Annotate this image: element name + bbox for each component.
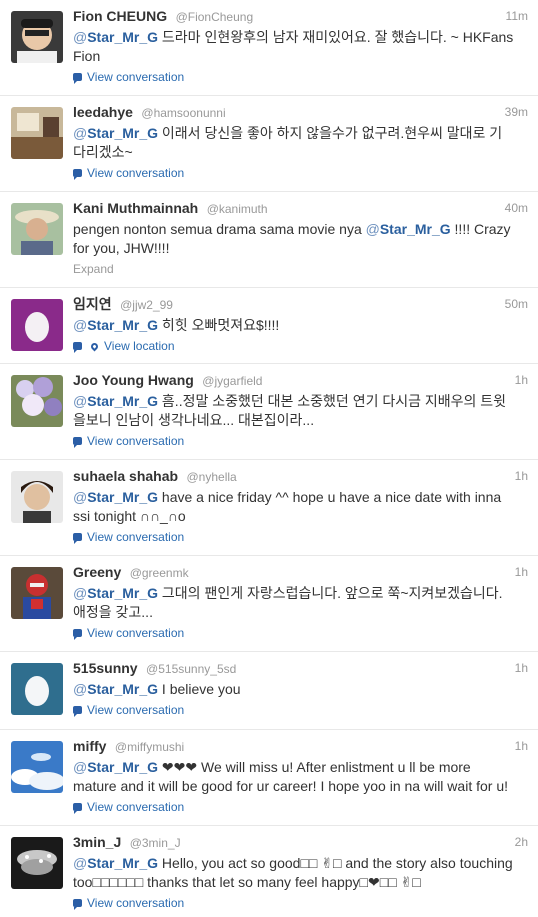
tweet-username[interactable]: @FionCheung bbox=[176, 10, 254, 24]
tweet-time[interactable]: 1h bbox=[515, 739, 528, 753]
tweet-time[interactable]: 11m bbox=[506, 9, 528, 23]
tweet-time[interactable]: 39m bbox=[505, 105, 528, 119]
tweet-username[interactable]: @jjw2_99 bbox=[120, 298, 173, 312]
tweet-text: @Star_Mr_G 흠..정말 소중했던 대본 소중했던 연기 다시금 지배우… bbox=[73, 393, 507, 428]
mention-link[interactable]: @Star_Mr_G bbox=[73, 681, 158, 697]
tweet-fullname[interactable]: miffy bbox=[73, 738, 106, 754]
child-photo-avatar[interactable] bbox=[11, 11, 63, 63]
mention-link[interactable]: @Star_Mr_G bbox=[73, 585, 158, 601]
view-conversation-link[interactable]: View conversation bbox=[73, 702, 528, 718]
tweet[interactable]: leedahye @hamsoonunni 39m @Star_Mr_G 이래서… bbox=[0, 96, 538, 192]
view-conversation-link[interactable]: View conversation bbox=[73, 433, 528, 449]
tweet-fullname[interactable]: 임지연 bbox=[73, 296, 112, 312]
tweet-username[interactable]: @miffymushi bbox=[115, 740, 184, 754]
conversation-icon bbox=[73, 629, 82, 640]
tweet-username[interactable]: @hamsoonunni bbox=[141, 106, 225, 120]
tweet-time[interactable]: 1h bbox=[515, 661, 528, 675]
tweet-username[interactable]: @515sunny_5sd bbox=[146, 662, 236, 676]
portrait-photo-avatar[interactable] bbox=[11, 471, 63, 523]
tweet-text: @Star_Mr_G Hello, you act so good□□ ✌□ a… bbox=[73, 855, 513, 890]
tweet-fullname[interactable]: leedahye bbox=[73, 104, 133, 120]
view-conversation-link[interactable]: View conversation bbox=[73, 165, 528, 181]
mention-link[interactable]: @Star_Mr_G bbox=[73, 393, 158, 409]
tweet-fullname[interactable]: 515sunny bbox=[73, 660, 138, 676]
tweet-time[interactable]: 40m bbox=[505, 201, 528, 215]
view-conversation-link[interactable]: View conversation bbox=[73, 69, 528, 85]
conversation-icon bbox=[73, 803, 82, 814]
mention-link[interactable]: @Star_Mr_G bbox=[366, 221, 451, 237]
tweet-username[interactable]: @kanimuth bbox=[207, 202, 268, 216]
tweet[interactable]: miffy @miffymushi 1h @Star_Mr_G ❤❤❤ We w… bbox=[0, 730, 538, 826]
mention-link[interactable]: @Star_Mr_G bbox=[73, 125, 158, 141]
mention-link[interactable]: @Star_Mr_G bbox=[73, 759, 158, 775]
conversation-icon bbox=[73, 437, 82, 448]
tweet[interactable]: Kani Muthmainnah @kanimuth 40m pengen no… bbox=[0, 192, 538, 288]
tweet[interactable]: Greeny @greenmk 1h @Star_Mr_G 그대의 팬인게 자랑… bbox=[0, 556, 538, 652]
tweet-username[interactable]: @3min_J bbox=[130, 836, 181, 850]
tweet-text: @Star_Mr_G 그대의 팬인게 자랑스럽습니다. 앞으로 쭉~지켜보겠습니… bbox=[73, 585, 503, 620]
conversation-icon bbox=[73, 342, 82, 353]
tweet-text: @Star_Mr_G 이래서 당신을 좋아 하지 않을수가 없구려.현우씨 말대… bbox=[73, 125, 503, 160]
tweet[interactable]: 515sunny @515sunny_5sd 1h @Star_Mr_G I b… bbox=[0, 652, 538, 730]
tweet-text: @Star_Mr_G ❤❤❤ We will miss u! After enl… bbox=[73, 759, 508, 794]
timeline: Fion CHEUNG @FionCheung 11m @Star_Mr_G 드… bbox=[0, 0, 538, 917]
conversation-icon bbox=[73, 706, 82, 717]
tweet[interactable]: 임지연 @jjw2_99 50m @Star_Mr_G 히힛 오빠멋져요$!!!… bbox=[0, 288, 538, 364]
view-conversation-link[interactable]: View conversation bbox=[73, 799, 528, 815]
tweet-fullname[interactable]: Joo Young Hwang bbox=[73, 372, 194, 388]
tweet-time[interactable]: 50m bbox=[505, 297, 528, 311]
tweet-text: @Star_Mr_G 드라마 인현왕후의 남자 재미있어요. 잘 했습니다. ~… bbox=[73, 29, 514, 64]
tweet[interactable]: Joo Young Hwang @jygarfield 1h @Star_Mr_… bbox=[0, 364, 538, 460]
tweet-text: @Star_Mr_G have a nice friday ^^ hope u … bbox=[73, 489, 502, 524]
mention-link[interactable]: @Star_Mr_G bbox=[73, 855, 158, 871]
tweet[interactable]: 3min_J @3min_J 2h @Star_Mr_G Hello, you … bbox=[0, 826, 538, 917]
flowers-photo-avatar[interactable] bbox=[11, 375, 63, 427]
room-photo-avatar[interactable] bbox=[11, 107, 63, 159]
view-location-link[interactable]: View location bbox=[73, 338, 528, 354]
tweet-fullname[interactable]: suhaela shahab bbox=[73, 468, 178, 484]
hero-figure-avatar[interactable] bbox=[11, 567, 63, 619]
tweet-text: @Star_Mr_G 히힛 오빠멋져요$!!!! bbox=[73, 317, 280, 333]
tweet[interactable]: suhaela shahab @nyhella 1h @Star_Mr_G ha… bbox=[0, 460, 538, 556]
view-conversation-link[interactable]: View conversation bbox=[73, 529, 528, 545]
conversation-icon bbox=[73, 73, 82, 84]
tweet-fullname[interactable]: Fion CHEUNG bbox=[73, 8, 167, 24]
tweet-fullname[interactable]: Kani Muthmainnah bbox=[73, 200, 198, 216]
view-conversation-link[interactable]: View conversation bbox=[73, 895, 528, 911]
sky-photo-avatar[interactable] bbox=[11, 741, 63, 793]
tweet-text: @Star_Mr_G I believe you bbox=[73, 681, 241, 697]
tweet-time[interactable]: 1h bbox=[515, 373, 528, 387]
tweet-time[interactable]: 2h bbox=[515, 835, 528, 849]
conversation-icon bbox=[73, 169, 82, 180]
egg-avatar-teal[interactable] bbox=[11, 663, 63, 715]
chandelier-photo-avatar[interactable] bbox=[11, 837, 63, 889]
tweet[interactable]: Fion CHEUNG @FionCheung 11m @Star_Mr_G 드… bbox=[0, 0, 538, 96]
tweet-text: pengen nonton semua drama sama movie nya… bbox=[73, 221, 511, 256]
tweet-time[interactable]: 1h bbox=[515, 565, 528, 579]
hat-photo-avatar[interactable] bbox=[11, 203, 63, 255]
view-conversation-link[interactable]: View conversation bbox=[73, 625, 528, 641]
tweet-fullname[interactable]: 3min_J bbox=[73, 834, 121, 850]
expand-link[interactable]: Expand bbox=[73, 261, 528, 277]
tweet-username[interactable]: @greenmk bbox=[130, 566, 189, 580]
mention-link[interactable]: @Star_Mr_G bbox=[73, 489, 158, 505]
conversation-icon bbox=[73, 533, 82, 544]
mention-link[interactable]: @Star_Mr_G bbox=[73, 29, 158, 45]
tweet-time[interactable]: 1h bbox=[515, 469, 528, 483]
mention-link[interactable]: @Star_Mr_G bbox=[73, 317, 158, 333]
egg-avatar-purple[interactable] bbox=[11, 299, 63, 351]
conversation-icon bbox=[73, 899, 82, 910]
tweet-username[interactable]: @nyhella bbox=[187, 470, 237, 484]
tweet-username[interactable]: @jygarfield bbox=[202, 374, 262, 388]
tweet-fullname[interactable]: Greeny bbox=[73, 564, 121, 580]
location-pin-icon bbox=[89, 341, 100, 351]
